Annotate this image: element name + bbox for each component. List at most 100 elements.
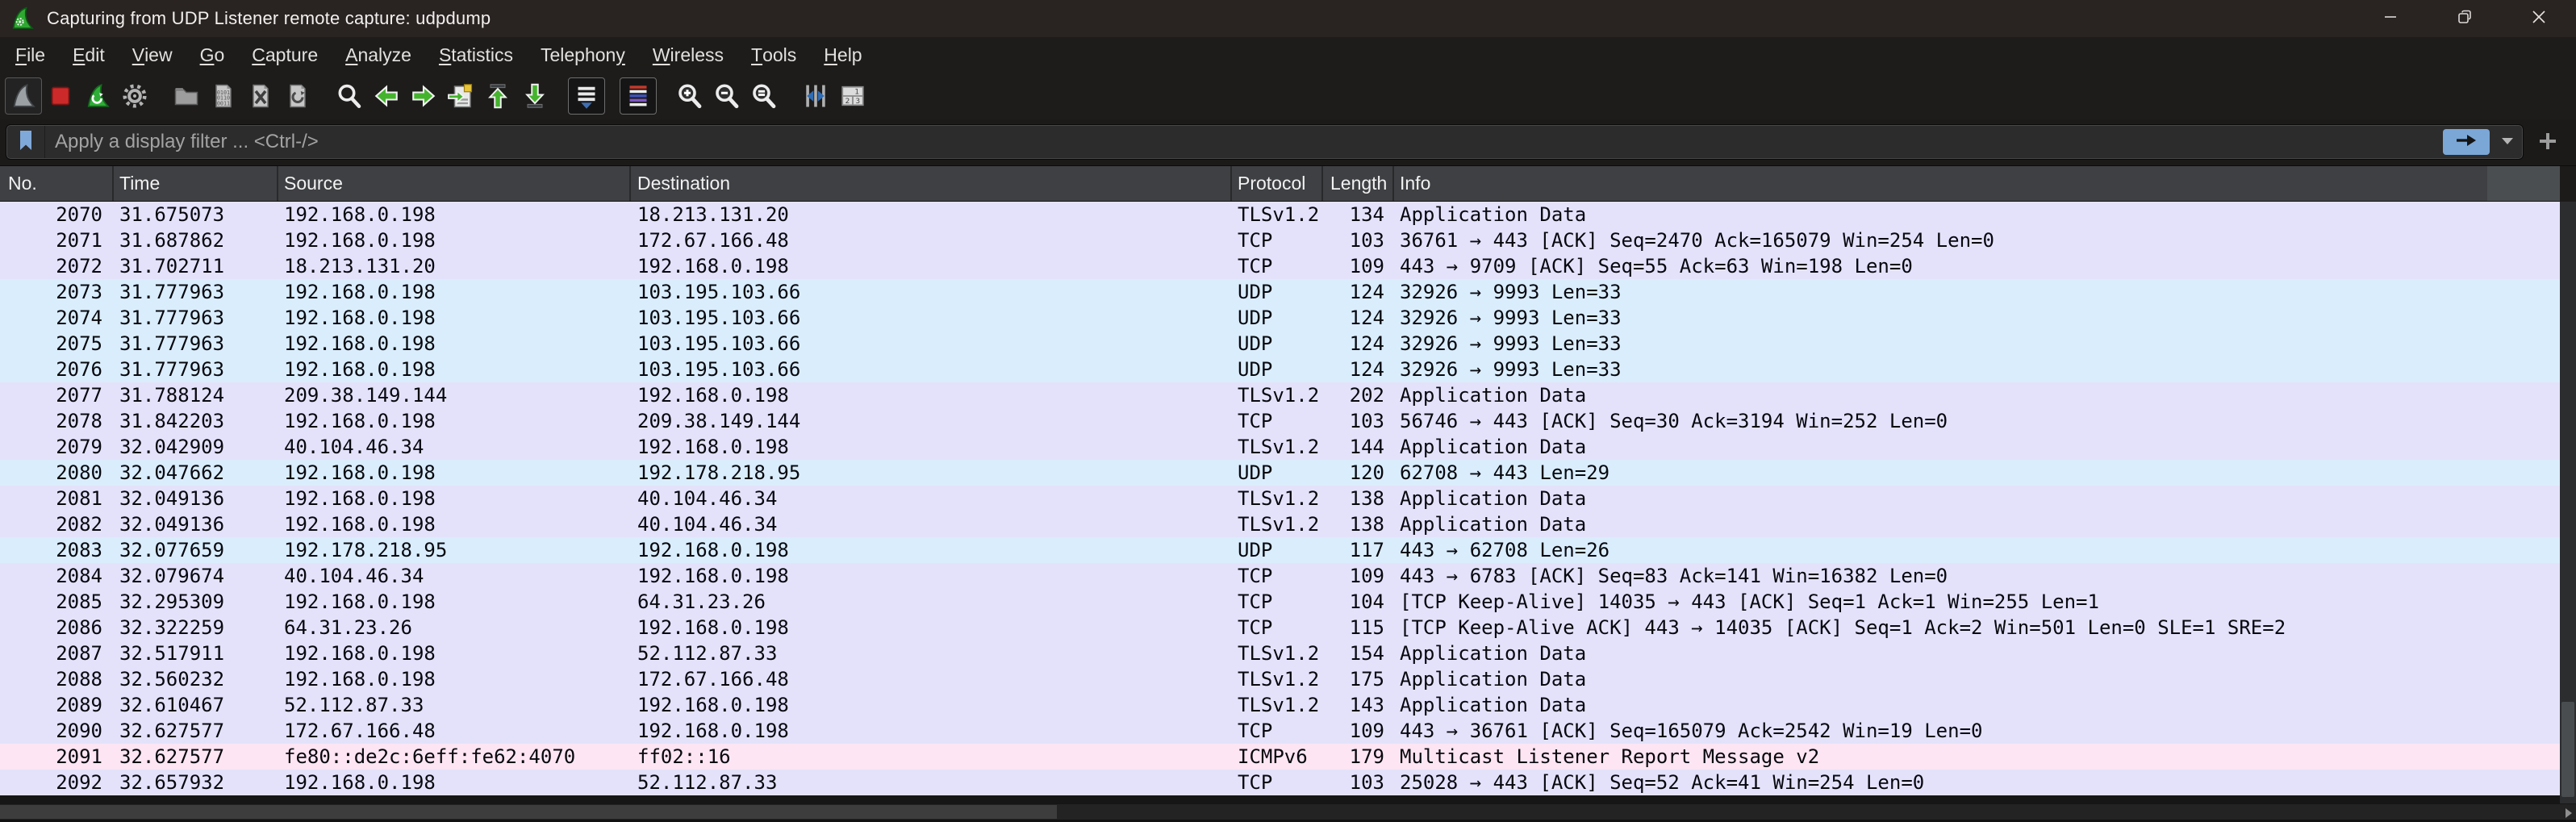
column-header-length[interactable]: Length [1323, 166, 1394, 201]
cell-no: 2070 [0, 202, 114, 227]
cell-destination: 192.168.0.198 [631, 382, 1232, 408]
start-capture-icon [9, 81, 38, 111]
filter-dropdown-button[interactable] [2493, 126, 2522, 158]
maximize-button[interactable] [2428, 0, 2502, 37]
vertical-scrollbar[interactable] [2560, 202, 2576, 803]
cell-destination: 64.31.23.26 [631, 589, 1232, 615]
cell-source: 172.67.166.48 [278, 718, 631, 744]
horizontal-scrollbar-thumb[interactable] [0, 805, 1057, 819]
menu-item-tools[interactable]: Tools [737, 37, 810, 73]
column-header-destination[interactable]: Destination [631, 166, 1232, 201]
packet-row-2073[interactable]: 207331.777963192.168.0.198103.195.103.66… [0, 279, 2560, 305]
packet-row-2076[interactable]: 207631.777963192.168.0.198103.195.103.66… [0, 357, 2560, 382]
colorize-button[interactable] [620, 77, 657, 115]
column-header-protocol[interactable]: Protocol [1232, 166, 1323, 201]
cell-info: 25028 → 443 [ACK] Seq=52 Ack=41 Win=254 … [1394, 770, 2560, 795]
packet-row-2083[interactable]: 208332.077659192.178.218.95192.168.0.198… [0, 537, 2560, 563]
cell-info: Application Data [1394, 511, 2560, 537]
packet-row-2082[interactable]: 208232.049136192.168.0.19840.104.46.34TL… [0, 511, 2560, 537]
cell-source: 192.168.0.198 [278, 486, 631, 511]
cell-time: 31.777963 [114, 357, 278, 382]
packet-row-2070[interactable]: 207031.675073192.168.0.19818.213.131.20T… [0, 202, 2560, 227]
zoom-out-button[interactable] [708, 77, 745, 115]
horizontal-scrollbar[interactable] [0, 803, 2576, 820]
packet-row-2077[interactable]: 207731.788124209.38.149.144192.168.0.198… [0, 382, 2560, 408]
menu-item-telephony[interactable]: Telephony [527, 37, 639, 73]
cell-time: 31.777963 [114, 305, 278, 331]
packet-row-2087[interactable]: 208732.517911192.168.0.19852.112.87.33TL… [0, 640, 2560, 666]
add-filter-button[interactable] [2534, 130, 2561, 156]
cell-no: 2086 [0, 615, 114, 640]
packet-row-2086[interactable]: 208632.32225964.31.23.26192.168.0.198TCP… [0, 615, 2560, 640]
cell-source: 192.168.0.198 [278, 511, 631, 537]
resize-columns-button[interactable] [797, 77, 834, 115]
packet-row-2074[interactable]: 207431.777963192.168.0.198103.195.103.66… [0, 305, 2560, 331]
cell-protocol: TLSv1.2 [1232, 382, 1323, 408]
menu-item-capture[interactable]: Capture [238, 37, 332, 73]
packet-row-2090[interactable]: 209032.627577172.67.166.48192.168.0.198T… [0, 718, 2560, 744]
close-file-icon [246, 81, 275, 111]
cell-protocol: TLSv1.2 [1232, 434, 1323, 460]
zoom-normal-button[interactable] [745, 77, 783, 115]
cell-destination: 40.104.46.34 [631, 486, 1232, 511]
cell-length: 144 [1323, 434, 1394, 460]
column-header-info[interactable]: Info [1394, 166, 2487, 201]
cell-no: 2092 [0, 770, 114, 795]
go-first-packet-button[interactable] [479, 77, 516, 115]
zoom-in-button[interactable] [671, 77, 708, 115]
capture-options-button[interactable] [116, 77, 153, 115]
go-to-packet-button[interactable] [442, 77, 479, 115]
packet-row-2089[interactable]: 208932.61046752.112.87.33192.168.0.198TL… [0, 692, 2560, 718]
menu-item-go[interactable]: Go [186, 37, 239, 73]
packet-row-2085[interactable]: 208532.295309192.168.0.19864.31.23.26TCP… [0, 589, 2560, 615]
fit-columns-button[interactable]: 123 [834, 77, 871, 115]
cell-source: 52.112.87.33 [278, 692, 631, 718]
menu-item-wireless[interactable]: Wireless [639, 37, 737, 73]
menu-item-view[interactable]: View [119, 37, 186, 73]
menu-item-file[interactable]: File [2, 37, 59, 73]
go-forward-button[interactable] [405, 77, 442, 115]
go-last-packet-button[interactable] [516, 77, 553, 115]
column-header-source[interactable]: Source [278, 166, 631, 201]
cell-no: 2075 [0, 331, 114, 357]
packet-row-2084[interactable]: 208432.07967440.104.46.34192.168.0.198TC… [0, 563, 2560, 589]
display-filter-field[interactable] [6, 125, 2523, 159]
packet-row-2092[interactable]: 209232.657932192.168.0.19852.112.87.33TC… [0, 770, 2560, 795]
menu-item-help[interactable]: Help [810, 37, 875, 73]
packet-row-2091[interactable]: 209132.627577fe80::de2c:6eff:fe62:4070ff… [0, 744, 2560, 770]
auto-scroll-button[interactable] [568, 77, 605, 115]
go-last-packet-icon [520, 81, 549, 111]
cell-info: 56746 → 443 [ACK] Seq=30 Ack=3194 Win=25… [1394, 408, 2560, 434]
menu-item-analyze[interactable]: Analyze [332, 37, 425, 73]
cell-protocol: TLSv1.2 [1232, 202, 1323, 227]
display-filter-input[interactable] [45, 131, 2443, 153]
stop-capture-button[interactable] [42, 77, 79, 115]
filter-bookmark-button[interactable] [7, 126, 45, 158]
cell-time: 32.657932 [114, 770, 278, 795]
packet-row-2072[interactable]: 207231.70271118.213.131.20192.168.0.198T… [0, 253, 2560, 279]
apply-filter-button[interactable] [2443, 129, 2490, 155]
cell-source: 192.168.0.198 [278, 357, 631, 382]
packet-row-2080[interactable]: 208032.047662192.168.0.198192.178.218.95… [0, 460, 2560, 486]
packet-row-2075[interactable]: 207531.777963192.168.0.198103.195.103.66… [0, 331, 2560, 357]
go-first-packet-icon [483, 81, 512, 111]
go-back-button[interactable] [368, 77, 405, 115]
scroll-right-arrow-icon[interactable] [2565, 807, 2573, 822]
close-button[interactable] [2502, 0, 2576, 37]
packet-row-2071[interactable]: 207131.687862192.168.0.198172.67.166.48T… [0, 227, 2560, 253]
minimize-button[interactable] [2353, 0, 2428, 37]
find-packet-button[interactable] [331, 77, 368, 115]
packet-row-2081[interactable]: 208132.049136192.168.0.19840.104.46.34TL… [0, 486, 2560, 511]
packet-row-2078[interactable]: 207831.842203192.168.0.198209.38.149.144… [0, 408, 2560, 434]
cell-source: 192.168.0.198 [278, 770, 631, 795]
restart-capture-button[interactable] [79, 77, 116, 115]
packet-row-2088[interactable]: 208832.560232192.168.0.198172.67.166.48T… [0, 666, 2560, 692]
packet-row-2079[interactable]: 207932.04290940.104.46.34192.168.0.198TL… [0, 434, 2560, 460]
menu-item-statistics[interactable]: Statistics [425, 37, 527, 73]
column-header-no[interactable]: No. [0, 166, 114, 201]
cell-protocol: TCP [1232, 408, 1323, 434]
menu-item-edit[interactable]: Edit [59, 37, 119, 73]
column-header-time[interactable]: Time [114, 166, 278, 201]
cell-destination: ff02::16 [631, 744, 1232, 770]
vertical-scrollbar-thumb[interactable] [2561, 702, 2574, 797]
